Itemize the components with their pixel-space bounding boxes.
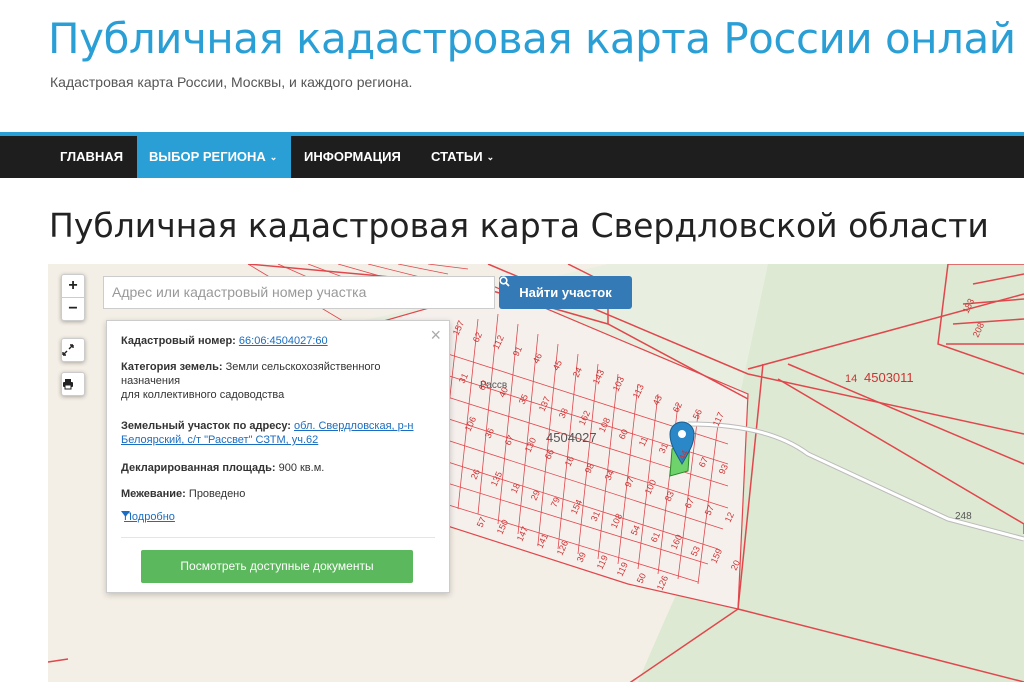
area-row: Декларированная площадь: 900 кв.м.: [121, 461, 441, 475]
nav-label: ГЛАВНАЯ: [60, 149, 124, 164]
zoom-in-button[interactable]: +: [62, 275, 84, 297]
view-documents-button[interactable]: Посмотреть доступные документы: [141, 550, 413, 583]
cadastral-number-label: Кадастровый номер:: [121, 335, 236, 347]
survey-row: Межевание: Проведено: [121, 487, 441, 501]
cadastral-map[interactable]: 4504027 14 4503011 248 Рассв 157 62 112 91 4…: [48, 264, 1024, 682]
details-toggle[interactable]: Подробно: [121, 511, 175, 523]
zoom-control: + −: [61, 274, 85, 321]
land-category-value-2: назначения: [121, 375, 181, 387]
nav-label: ВЫБОР РЕГИОНА: [149, 149, 266, 164]
main-navbar: ГЛАВНАЯ ВЫБОР РЕГИОНА ⌄ ИНФОРМАЦИЯ СТАТЬИ…: [0, 132, 1024, 178]
site-title[interactable]: Публичная кадастровая карта России онлай: [48, 14, 1016, 63]
nav-item-region[interactable]: ВЫБОР РЕГИОНА ⌄: [137, 136, 291, 178]
address-link-2[interactable]: Белоярский, с/т "Рассвет" СЗТМ, уч.62: [121, 434, 318, 446]
area-label: Декларированная площадь:: [121, 462, 276, 474]
nav-item-home[interactable]: ГЛАВНАЯ: [48, 136, 135, 178]
quarter-label-east: 4503011: [864, 370, 914, 385]
page-title: Публичная кадастровая карта Свердловской…: [49, 206, 989, 245]
site-description: Кадастровая карта России, Москвы, и кажд…: [50, 74, 413, 90]
caret-down-icon: [121, 511, 130, 517]
nav-item-info[interactable]: ИНФОРМАЦИЯ: [292, 136, 413, 178]
divider: [121, 537, 435, 538]
find-parcel-label: Найти участок: [519, 285, 612, 300]
nav-label: СТАТЬИ: [431, 149, 483, 164]
area-value: 900 кв.м.: [278, 462, 325, 474]
road-label: 248: [955, 511, 972, 522]
land-category-row: Категория земель: Земли сельскохозяйстве…: [121, 360, 441, 402]
details-link[interactable]: Подробно: [124, 511, 175, 523]
fullscreen-button[interactable]: [61, 338, 85, 362]
cadastral-number-link[interactable]: 66:06:4504027:60: [239, 335, 328, 347]
land-category-label: Категория земель:: [121, 361, 223, 373]
land-category-value: Земли сельскохозяйственного: [225, 361, 381, 373]
land-category-value-3: для коллективного садоводства: [121, 389, 285, 401]
fullscreen-icon: [62, 344, 74, 356]
search-input[interactable]: Адрес или кадастровый номер участка: [103, 276, 495, 309]
nav-label: ИНФОРМАЦИЯ: [304, 149, 401, 164]
chevron-down-icon: ⌄: [269, 152, 278, 162]
address-link[interactable]: обл. Свердловская, р-н: [294, 420, 414, 432]
quarter-label-prefix: 14: [845, 373, 857, 385]
parcel-info-popup: × Кадастровый номер: 66:06:4504027:60 Ка…: [106, 320, 450, 593]
chevron-down-icon: ⌄: [486, 152, 495, 162]
find-parcel-button[interactable]: Найти участок: [499, 276, 632, 309]
survey-value: Проведено: [188, 488, 246, 500]
address-label: Земельный участок по адресу:: [121, 420, 291, 432]
zoom-out-button[interactable]: −: [62, 297, 84, 320]
search-icon: [499, 276, 510, 287]
nav-item-articles[interactable]: СТАТЬИ ⌄: [419, 136, 506, 178]
print-button[interactable]: [61, 372, 85, 396]
quarter-label-main: 4504027: [546, 430, 597, 445]
survey-label: Межевание:: [121, 488, 186, 500]
print-icon: [63, 379, 73, 390]
cadastral-number-row: Кадастровый номер: 66:06:4504027:60: [121, 334, 441, 348]
address-row: Земельный участок по адресу: обл. Свердл…: [121, 419, 441, 447]
